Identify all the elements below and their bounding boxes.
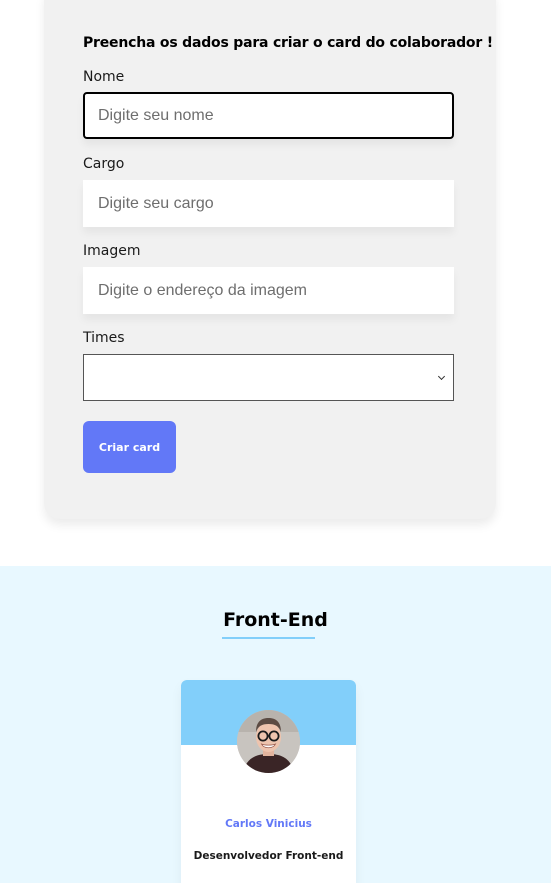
team-section-front-end: Front-End Carlos Vinicius Desenvolvedor … [0,566,551,883]
role-input[interactable] [83,180,454,227]
member-name: Carlos Vinicius [225,818,312,830]
name-input[interactable] [83,92,454,139]
role-label: Cargo [83,156,125,172]
image-input[interactable] [83,267,454,314]
team-title: Front-End [223,609,328,631]
person-photo-icon [237,710,300,773]
team-select[interactable] [83,354,454,401]
form-title: Preencha os dados para criar o card do c… [83,35,493,51]
team-label: Times [83,330,125,346]
name-label: Nome [83,69,125,85]
avatar [237,710,300,773]
member-role: Desenvolvedor Front-end [193,850,344,862]
create-card-button[interactable]: Criar card [83,421,176,473]
member-card: Carlos Vinicius Desenvolvedor Front-end [181,680,356,883]
chevron-down-icon [437,372,446,381]
page: Preencha os dados para criar o card do c… [0,0,551,883]
team-title-underline [222,637,315,639]
image-label: Imagem [83,243,141,259]
